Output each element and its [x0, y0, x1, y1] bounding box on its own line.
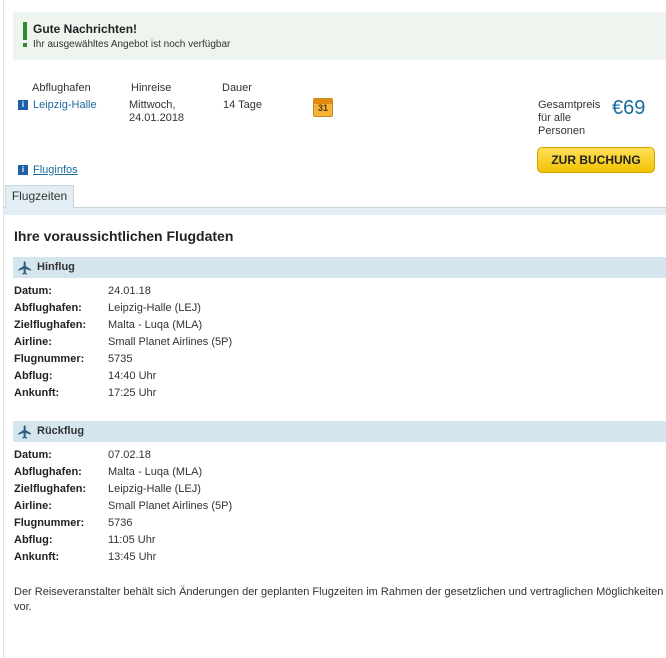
airplane-icon: [18, 425, 31, 439]
detail-value: 17:25 Uhr: [108, 387, 157, 399]
header-duration: Dauer: [222, 82, 252, 94]
detail-value: 5736: [108, 517, 133, 529]
detail-key: Ankunft:: [14, 551, 60, 563]
flightinfo-link[interactable]: i Fluginfos: [18, 164, 78, 176]
outbound-label: Hinflug: [37, 261, 75, 273]
detail-value: 24.01.18: [108, 285, 151, 297]
info-icon: i: [18, 165, 28, 176]
flightinfo-label: Fluginfos: [33, 164, 78, 176]
book-button[interactable]: ZUR BUCHUNG: [537, 147, 655, 173]
header-outbound: Hinreise: [131, 82, 172, 94]
disclaimer-text: Der Reiseveranstalter behält sich Änderu…: [14, 586, 664, 613]
detail-key: Airline:: [14, 336, 52, 348]
calendar-icon[interactable]: 31: [313, 98, 333, 117]
detail-key: Flugnummer:: [14, 353, 85, 365]
detail-value: 11:05 Uhr: [108, 534, 156, 546]
trip-duration: 14 Tage: [223, 99, 262, 111]
total-price: €69: [612, 97, 646, 119]
departure-airport-link[interactable]: i Leipzig-Halle: [18, 99, 97, 111]
total-label-line3: Personen: [538, 125, 586, 137]
return-header: Rückflug: [13, 421, 666, 442]
outbound-date: Mittwoch, 24.01.2018: [129, 99, 184, 125]
detail-key: Ankunft:: [14, 387, 60, 399]
total-label-line1: Gesamtpreis: [538, 99, 601, 111]
section-title: Ihre voraussichtlichen Flugdaten: [14, 228, 234, 244]
detail-value: Small Planet Airlines (5P): [108, 500, 233, 512]
outbound-date-value: 24.01.2018: [129, 112, 185, 124]
detail-key: Datum:: [14, 449, 52, 461]
tab-flugzeiten[interactable]: Flugzeiten: [5, 185, 74, 208]
detail-value: 14:40 Uhr: [108, 370, 157, 382]
detail-value: Small Planet Airlines (5P): [108, 336, 233, 348]
departure-airport-label: Leipzig-Halle: [33, 99, 97, 111]
info-icon: i: [18, 100, 28, 111]
detail-key: Airline:: [14, 500, 52, 512]
detail-value: 07.02.18: [108, 449, 151, 461]
detail-value: Malta - Luqa (MLA): [108, 319, 203, 331]
detail-key: Flugnummer:: [14, 517, 85, 529]
detail-key: Abflughafen:: [14, 302, 82, 314]
availability-notice: Gute Nachrichten! Ihr ausgewähltes Angeb…: [13, 12, 666, 60]
detail-value: Leipzig-Halle (LEJ): [108, 302, 201, 314]
detail-value: 5735: [108, 353, 133, 365]
header-departure-airport: Abflughafen: [32, 82, 91, 94]
detail-value: Malta - Luqa (MLA): [108, 466, 203, 478]
detail-key: Abflug:: [14, 534, 53, 546]
detail-key: Zielflughafen:: [14, 483, 87, 495]
detail-key: Abflug:: [14, 370, 53, 382]
detail-value: Leipzig-Halle (LEJ): [108, 483, 201, 495]
exclamation-icon: [23, 22, 28, 48]
outbound-weekday: Mittwoch,: [129, 99, 176, 111]
total-price-label: Gesamtpreis für alle Personen: [538, 99, 600, 138]
detail-value: 13:45 Uhr: [108, 551, 157, 563]
outbound-header: Hinflug: [13, 257, 666, 278]
detail-key: Abflughafen:: [14, 466, 82, 478]
total-label-line2: für alle: [538, 112, 572, 124]
notice-title: Gute Nachrichten!: [33, 22, 138, 36]
airplane-icon: [18, 261, 31, 275]
tab-bar: [3, 207, 666, 215]
return-label: Rückflug: [37, 425, 85, 437]
calendar-icon-text: 31: [317, 103, 328, 113]
detail-key: Zielflughafen:: [14, 319, 87, 331]
notice-text: Ihr ausgewähltes Angebot ist noch verfüg…: [33, 39, 231, 50]
detail-key: Datum:: [14, 285, 52, 297]
